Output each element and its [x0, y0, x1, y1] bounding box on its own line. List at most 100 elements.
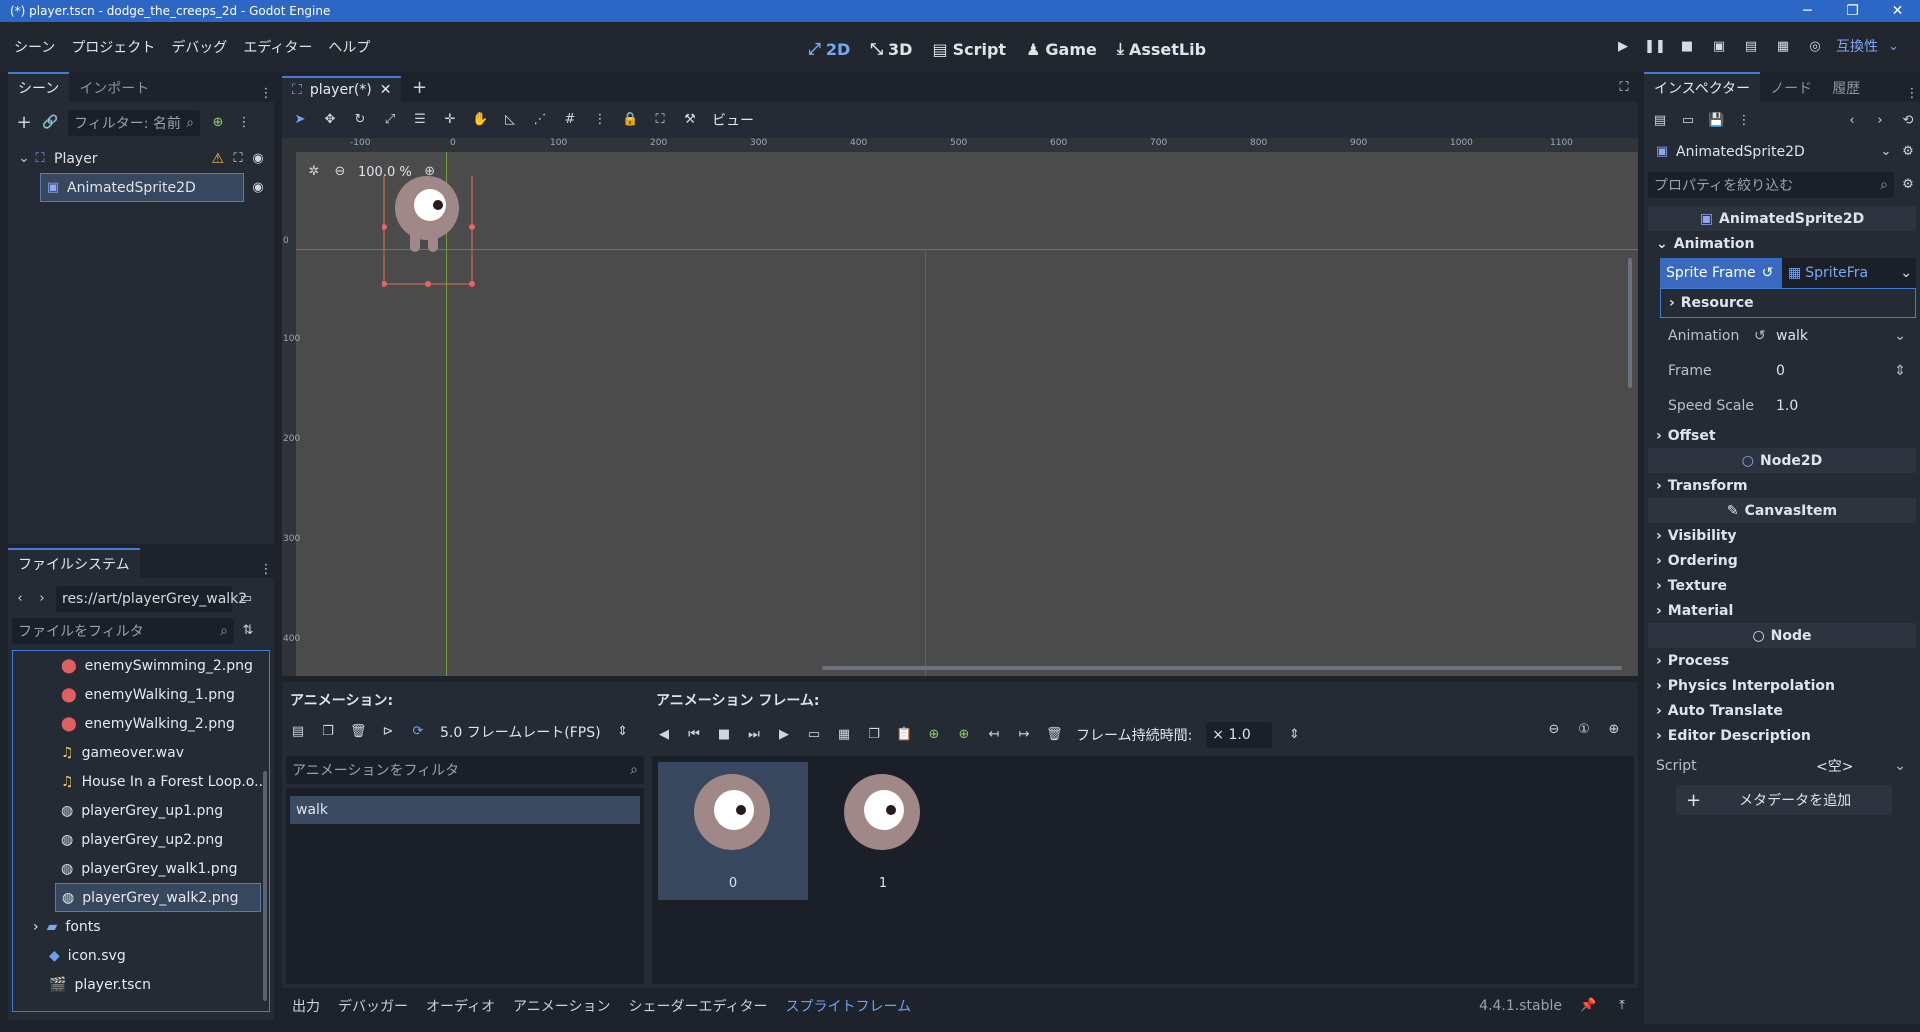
tab-game[interactable]: ♟ Game: [1026, 40, 1097, 59]
open-folder-icon[interactable]: ▭: [1680, 113, 1696, 129]
autoplay-icon[interactable]: ⊳: [380, 724, 396, 740]
sprite-frames-resource[interactable]: ▦ SpriteFra ⌄: [1782, 258, 1916, 288]
file-item[interactable]: ⬤ enemySwimming_2.png: [21, 651, 269, 680]
file-item[interactable]: ◍ playerGrey_up1.png: [21, 796, 269, 825]
back-icon[interactable]: ‹: [1844, 113, 1860, 129]
menu-debug[interactable]: デバッグ: [163, 37, 235, 57]
expand-panel-icon[interactable]: ⤒: [1614, 998, 1630, 1014]
speed-scale-field[interactable]: 1.0: [1776, 398, 1916, 414]
load-frame-icon[interactable]: ▭: [806, 727, 822, 743]
tree-node-player[interactable]: ⌄ ⛶ Player ⚠ ⛶ ◉: [16, 144, 266, 173]
2d-viewport[interactable]: -100 0 100 200 300 400 500 600 700 800 9…: [282, 138, 1638, 676]
close-icon[interactable]: ✕: [380, 82, 392, 98]
animation-item-walk[interactable]: walk: [290, 796, 640, 824]
section-offset[interactable]: › Offset: [1648, 423, 1916, 448]
minimize-button[interactable]: ─: [1785, 3, 1830, 19]
play-scene-icon[interactable]: ▤: [1740, 39, 1762, 54]
section-visibility[interactable]: › Visibility: [1648, 523, 1916, 548]
play-custom-icon[interactable]: ▦: [1772, 39, 1794, 54]
section-animation[interactable]: ⌄ Animation: [1648, 231, 1916, 256]
tab-node[interactable]: ノード: [1760, 74, 1822, 102]
chevron-down-icon[interactable]: ⌄: [1888, 39, 1899, 54]
chevron-down-icon[interactable]: ⌄: [1894, 328, 1906, 344]
menu-help[interactable]: ヘルプ: [320, 37, 378, 57]
tab-animation[interactable]: アニメーション: [513, 996, 610, 1016]
center-view-icon[interactable]: ✲: [306, 164, 322, 180]
file-item-selected[interactable]: ◍ playerGrey_walk2.png: [55, 883, 261, 912]
view-menu[interactable]: ビュー: [712, 110, 754, 130]
list-select-icon[interactable]: ☰: [412, 112, 428, 128]
property-filter-input[interactable]: プロパティを絞り込む ⌕: [1648, 172, 1894, 198]
section-texture[interactable]: › Texture: [1648, 573, 1916, 598]
insert-after-icon[interactable]: ⊕: [956, 727, 972, 743]
revert-icon[interactable]: ↺: [1762, 265, 1774, 281]
save-icon[interactable]: 💾: [1708, 113, 1724, 129]
select-tool-icon[interactable]: ➤: [292, 112, 308, 128]
path-field[interactable]: res://art/playerGrey_walk2: [56, 586, 247, 612]
paste-icon[interactable]: 📋: [896, 727, 912, 743]
file-item[interactable]: ⬤ enemyWalking_2.png: [21, 709, 269, 738]
zoom-out-icon[interactable]: ⊖: [332, 164, 348, 180]
sort-icon[interactable]: ⇅: [240, 623, 256, 639]
zoom-out-icon[interactable]: ⊖: [1546, 722, 1562, 738]
new-animation-icon[interactable]: ▤: [290, 724, 306, 740]
add-node-icon[interactable]: +: [16, 114, 32, 132]
section-material[interactable]: › Material: [1648, 598, 1916, 623]
stepper-icon[interactable]: ⇕: [615, 724, 631, 740]
frame-field[interactable]: 0: [1776, 363, 1894, 379]
tab-2d[interactable]: ⤢ 2D: [808, 39, 850, 59]
stop-icon[interactable]: ■: [1676, 39, 1698, 54]
new-resource-icon[interactable]: ▤: [1652, 113, 1668, 129]
tree-node-animatedsprite2d[interactable]: ▣ AnimatedSprite2D: [40, 173, 245, 202]
file-item[interactable]: ◍ playerGrey_walk1.png: [21, 854, 269, 883]
tab-script[interactable]: ▤ Script: [932, 40, 1006, 59]
move-right-icon[interactable]: ↦: [1016, 727, 1032, 743]
tab-sprite-frames[interactable]: スプライトフレーム: [786, 996, 912, 1016]
smart-snap-icon[interactable]: ⋰: [532, 112, 548, 128]
chevron-down-icon[interactable]: ⌄: [16, 151, 32, 167]
tab-assetlib[interactable]: ⤓ AssetLib: [1117, 39, 1206, 59]
menu-project[interactable]: プロジェクト: [63, 37, 163, 57]
section-transform[interactable]: › Transform: [1648, 473, 1916, 498]
pin-icon[interactable]: 📌: [1580, 998, 1596, 1014]
add-metadata-button[interactable]: + メタデータを追加: [1676, 785, 1892, 815]
pause-icon[interactable]: ❚❚: [1644, 39, 1666, 54]
resource-subsection[interactable]: › Resource: [1660, 288, 1916, 318]
maximize-button[interactable]: ❐: [1830, 3, 1875, 19]
stepper-icon[interactable]: ⇕: [1286, 727, 1302, 743]
zoom-in-icon[interactable]: ⊕: [1606, 722, 1622, 738]
file-item[interactable]: ♫ gameover.wav: [21, 738, 269, 767]
fps-field[interactable]: 5.0 フレームレート(FPS): [440, 722, 601, 742]
tab-scene[interactable]: シーン: [8, 72, 70, 102]
file-tree[interactable]: ⬤ enemySwimming_2.png ⬤ enemyWalking_1.png…: [12, 650, 270, 1012]
remote-debug-icon[interactable]: ▣: [1708, 39, 1730, 54]
stop-icon[interactable]: ■: [716, 727, 732, 743]
animation-select[interactable]: walk: [1776, 328, 1894, 344]
visibility-eye-icon[interactable]: ◉: [250, 151, 266, 167]
move-left-icon[interactable]: ↤: [986, 727, 1002, 743]
more-icon[interactable]: ⋮: [236, 115, 252, 131]
inspected-node[interactable]: AnimatedSprite2D: [1676, 144, 1872, 160]
ruler-tool-icon[interactable]: ◺: [502, 112, 518, 128]
section-ordering[interactable]: › Ordering: [1648, 548, 1916, 573]
script-select[interactable]: <空>: [1816, 756, 1894, 776]
filter-settings-icon[interactable]: ⚙: [1900, 177, 1916, 193]
warning-icon[interactable]: ⚠: [211, 151, 224, 167]
scale-tool-icon[interactable]: ⤢: [382, 112, 398, 128]
section-editor-description[interactable]: › Editor Description: [1648, 723, 1916, 748]
tab-filesystem[interactable]: ファイルシステム: [8, 548, 140, 578]
more-icon[interactable]: ⋮: [1736, 113, 1752, 129]
file-item[interactable]: ♫ House In a Forest Loop.o...: [21, 767, 269, 796]
grid-snap-icon[interactable]: #: [562, 112, 578, 128]
pan-tool-icon[interactable]: ✋: [472, 112, 488, 128]
rotate-tool-icon[interactable]: ↻: [352, 112, 368, 128]
forward-icon[interactable]: ›: [1872, 113, 1888, 129]
movie-icon[interactable]: ◎: [1804, 39, 1826, 54]
duplicate-icon[interactable]: ❐: [320, 724, 336, 740]
tab-audio[interactable]: オーディオ: [426, 996, 495, 1016]
move-tool-icon[interactable]: ✥: [322, 112, 338, 128]
viewport-scrollbar-h[interactable]: [822, 666, 1622, 670]
play-backwards-start-icon[interactable]: ⏮: [686, 727, 702, 743]
link-icon[interactable]: 🔗: [42, 115, 58, 131]
chevron-down-icon[interactable]: ⌄: [1878, 144, 1894, 160]
